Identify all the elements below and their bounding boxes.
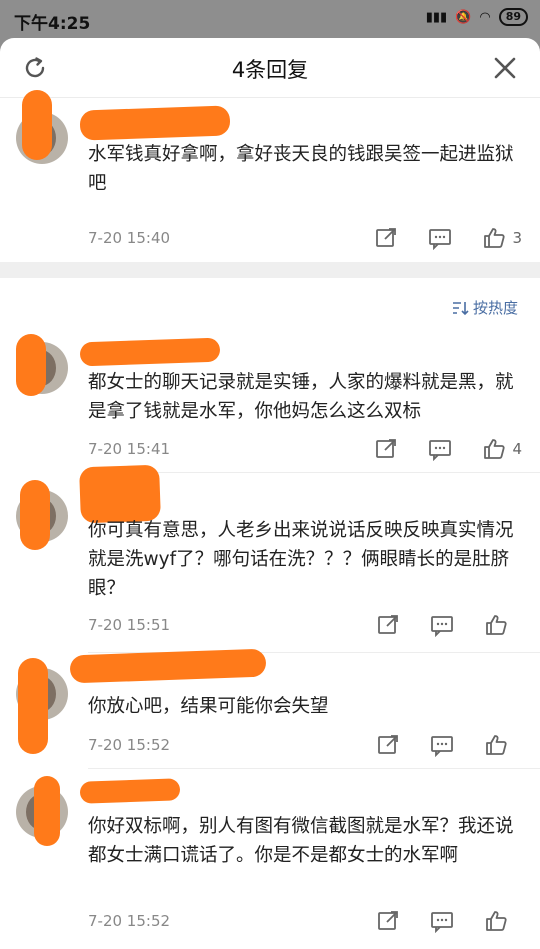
redacted-username <box>79 337 221 367</box>
reply-button[interactable] <box>430 613 454 637</box>
reply-button[interactable] <box>430 909 454 933</box>
share-icon <box>378 911 398 930</box>
redacted-username <box>69 648 267 684</box>
comment-actions: 4 <box>344 437 522 461</box>
sort-label: 按热度 <box>472 299 518 317</box>
share-button[interactable] <box>374 226 398 250</box>
comment-actions <box>346 909 522 933</box>
comment-time: 7-20 15:40 <box>88 229 171 247</box>
reply-button[interactable] <box>428 437 452 461</box>
section-divider <box>0 262 540 278</box>
thumbs-up-icon <box>486 911 507 931</box>
share-button[interactable] <box>376 613 400 637</box>
comment-time: 7-20 15:51 <box>88 616 171 634</box>
comment-actions <box>346 733 522 757</box>
reply-button[interactable] <box>430 733 454 757</box>
share-button[interactable] <box>376 909 400 933</box>
comment-item: 都女士的聊天记录就是实锤，人家的爆料就是黑，就是拿了钱就是水军，你他妈怎么这么双… <box>0 330 540 470</box>
redaction-mark <box>18 658 48 754</box>
comment-text: 你可真有意思，人老乡出来说说话反映反映真实情况就是洗wyf了？哪句话在洗？？？俩… <box>88 520 514 599</box>
thumbs-up-icon <box>484 439 506 459</box>
comment-actions <box>346 613 522 637</box>
redaction-mark <box>20 480 50 550</box>
wifi-icon: ◠ <box>479 9 491 25</box>
comment-icon <box>429 229 452 250</box>
comment-icon <box>429 440 452 461</box>
comment-text: 都女士的聊天记录就是实锤，人家的爆料就是黑，就是拿了钱就是水军，你他妈怎么这么双… <box>88 372 514 422</box>
share-button[interactable] <box>376 733 400 757</box>
sort-icon <box>452 301 469 315</box>
share-icon <box>376 228 397 247</box>
thumbs-up-icon <box>486 735 507 755</box>
thumbs-up-icon <box>486 615 507 635</box>
like-button[interactable] <box>484 613 508 637</box>
status-icons: ▮▮▮ 🔕 ◠ 89 <box>426 8 528 26</box>
share-icon <box>378 735 398 754</box>
sort-by-hotness-button[interactable]: 按热度 <box>451 297 518 318</box>
sheet-header: 4条回复 <box>0 38 540 98</box>
comment-time: 7-20 15:41 <box>88 440 171 458</box>
comment-item: 你放心吧，结果可能你会失望 7-20 15:52 <box>0 648 540 768</box>
comment-text: 你好双标啊，别人有图有微信截图就是水军？我还说都女士满口谎话了。你是不是都女士的… <box>88 816 514 866</box>
like-count: 4 <box>512 440 522 458</box>
status-time: 下午4:25 <box>14 14 91 34</box>
like-button[interactable] <box>484 733 508 757</box>
comment-time: 7-20 15:52 <box>88 736 171 754</box>
close-icon <box>494 57 516 79</box>
comment-time: 7-20 15:52 <box>88 912 171 930</box>
signal-icon: ▮▮▮ <box>425 9 448 25</box>
comment-actions: 3 <box>344 226 522 250</box>
page-title: 4条回复 <box>231 58 309 82</box>
comment-icon <box>431 736 453 757</box>
redacted-username <box>79 778 181 804</box>
status-bar: 下午4:25 ▮▮▮ 🔕 ◠ 89 <box>0 0 540 38</box>
like-button[interactable] <box>482 226 506 250</box>
thumbs-up-icon <box>484 228 506 248</box>
share-icon <box>376 439 397 458</box>
redacted-username <box>79 464 161 524</box>
redaction-mark <box>34 776 60 846</box>
comment-icon <box>431 616 453 637</box>
comment-text: 你放心吧，结果可能你会失望 <box>88 696 329 717</box>
redaction-mark <box>22 90 52 160</box>
comment-icon <box>431 912 453 933</box>
share-icon <box>378 615 398 634</box>
comment-text: 水军钱真好拿啊，拿好丧天良的钱跟吴签一起进监狱吧 <box>88 144 514 194</box>
share-button[interactable] <box>374 437 398 461</box>
reply-button[interactable] <box>428 226 452 250</box>
battery-indicator: 89 <box>498 8 528 26</box>
redaction-mark <box>16 334 46 396</box>
comment-item: 你可真有意思，人老乡出来说说话反映反映真实情况就是洗wyf了？哪句话在洗？？？俩… <box>0 464 540 652</box>
redacted-username <box>79 105 231 141</box>
like-button[interactable] <box>482 437 506 461</box>
comment-item: 水军钱真好拿啊，拿好丧天良的钱跟吴签一起进监狱吧 7-20 15:40 3 <box>0 90 540 250</box>
close-button[interactable] <box>492 55 518 81</box>
like-count: 3 <box>512 229 522 247</box>
mute-icon: 🔕 <box>455 9 472 25</box>
like-button[interactable] <box>484 909 508 933</box>
comment-item: 你好双标啊，别人有图有微信截图就是水军？我还说都女士满口谎话了。你是不是都女士的… <box>0 768 540 949</box>
